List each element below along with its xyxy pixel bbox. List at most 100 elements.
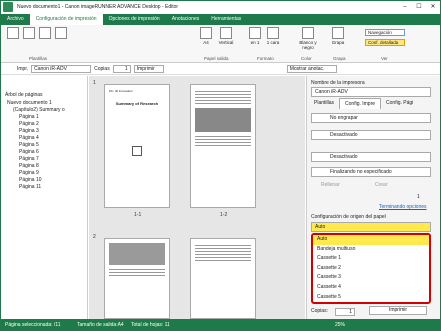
show-annotations-button[interactable]: Mostrar anotac. bbox=[286, 65, 337, 73]
page-thumbnail[interactable] bbox=[190, 238, 256, 319]
tree-page[interactable]: Página 4 bbox=[19, 135, 39, 142]
page-thumbnail[interactable] bbox=[104, 238, 170, 319]
tree-page[interactable]: Página 6 bbox=[19, 149, 39, 156]
staple-button[interactable]: Grapa bbox=[329, 27, 347, 45]
template-icon bbox=[23, 27, 36, 39]
checkbox-create[interactable]: Crear bbox=[375, 182, 388, 188]
printer-select[interactable]: Canon iR-ADV bbox=[31, 65, 92, 73]
tree-page[interactable]: Página 8 bbox=[19, 163, 39, 170]
source-option[interactable]: Cassette 2 bbox=[313, 264, 429, 274]
page-preview-area: 1 2 Pin. ID Innovation Summary of Resear… bbox=[89, 76, 305, 319]
duplex-button[interactable]: 1 cara bbox=[265, 27, 281, 45]
tab-tools[interactable]: Herramientas bbox=[205, 14, 247, 25]
group-label: Papel salida bbox=[204, 56, 229, 61]
app-window: Nuevo documento1 - Canon imageRUNNER ADV… bbox=[0, 0, 441, 331]
tree-page[interactable]: Página 1 bbox=[19, 114, 39, 121]
source-option[interactable]: Cassette 1 bbox=[313, 254, 429, 264]
tab-templates[interactable]: Plantillas bbox=[309, 98, 339, 109]
checkbox-fill[interactable]: Rellenar bbox=[321, 182, 340, 188]
template-icon bbox=[38, 27, 51, 39]
page-label: 1-1 bbox=[134, 212, 142, 218]
page-thumbnail[interactable] bbox=[190, 84, 256, 208]
finishing-select[interactable]: Finalizando no especificado bbox=[311, 167, 431, 177]
tree-chapter[interactable]: (Capítulo2) Summary o bbox=[13, 107, 65, 114]
templates-gallery[interactable] bbox=[7, 27, 67, 40]
tree-page[interactable]: Página 5 bbox=[19, 142, 39, 149]
printer-name-label: Nombre de la impresora bbox=[311, 80, 365, 86]
setting-select-1[interactable]: Desactivado bbox=[311, 130, 431, 140]
source-option[interactable]: Cassette 3 bbox=[313, 273, 429, 283]
photo-icon bbox=[195, 108, 251, 132]
tab-archivo[interactable]: Archivo bbox=[1, 14, 30, 25]
copies-label: Copias bbox=[94, 66, 110, 72]
status-selected-page: Página seleccionada: /11 bbox=[5, 322, 61, 328]
tree-page[interactable]: Página 11 bbox=[19, 184, 41, 191]
copies-input[interactable]: 1 bbox=[112, 65, 131, 73]
paper-source-label: Configuración de origen del papel bbox=[311, 214, 386, 220]
orientation-button[interactable]: Vertical bbox=[215, 27, 237, 45]
finishing-options-link[interactable]: Terminando opciones bbox=[379, 204, 427, 210]
tree-page[interactable]: Página 9 bbox=[19, 170, 39, 177]
minimize-button[interactable]: – bbox=[399, 2, 411, 12]
source-option[interactable]: Auto bbox=[313, 235, 429, 245]
template-icon bbox=[7, 27, 20, 39]
group-label: Color bbox=[301, 56, 312, 61]
pages-per-sheet-label: en 1 bbox=[250, 40, 260, 45]
paper-icon bbox=[200, 27, 212, 39]
logo-icon bbox=[132, 146, 142, 156]
group-label: Grapa bbox=[333, 56, 346, 61]
navigation-button[interactable]: Navegación bbox=[365, 29, 405, 36]
tree-page[interactable]: Página 3 bbox=[19, 128, 39, 135]
detailed-settings-button[interactable]: Conf. detallada bbox=[365, 39, 405, 46]
ribbon-tabs: Archivo Configuración de impresión Opcio… bbox=[1, 14, 440, 25]
duplex-label: 1 cara bbox=[266, 40, 280, 45]
page-thumbnail[interactable]: Pin. ID Innovation Summary of Research bbox=[104, 84, 170, 208]
app-icon bbox=[3, 2, 13, 12]
tree-page[interactable]: Página 7 bbox=[19, 156, 39, 163]
staple-icon bbox=[332, 27, 344, 39]
page-tree-panel: Árbol de páginas Nuevo documento 1 (Capí… bbox=[1, 76, 88, 319]
tab-print-config[interactable]: Config. Impre bbox=[339, 98, 382, 109]
staple-label: Grapa bbox=[331, 40, 345, 45]
printer-name-select[interactable]: Canon iR-ADV bbox=[311, 87, 431, 97]
printer-label: Impr. bbox=[17, 66, 29, 72]
orientation-label: Vertical bbox=[218, 40, 234, 45]
print-button[interactable]: Imprimir bbox=[133, 65, 164, 73]
tab-print-settings[interactable]: Configuración de impresión bbox=[29, 14, 103, 25]
print-toolbar: Impr. Canon iR-ADV Copias 1 Imprimir Mos… bbox=[1, 64, 440, 75]
pages-per-sheet-button[interactable]: en 1 bbox=[247, 27, 263, 45]
tree-page[interactable]: Página 10 bbox=[19, 177, 42, 184]
value-spinner[interactable]: 1 bbox=[417, 194, 420, 200]
bottom-copies-input[interactable]: 1 bbox=[335, 308, 355, 316]
group-label: Ver bbox=[381, 56, 388, 61]
page-title-text: Summary of Research bbox=[115, 101, 159, 106]
setting-select-2[interactable]: Desactivado bbox=[311, 152, 431, 162]
maximize-button[interactable]: ☐ bbox=[413, 2, 425, 12]
close-button[interactable]: ✕ bbox=[427, 2, 439, 12]
source-option[interactable]: Cassette 5 bbox=[313, 293, 429, 303]
status-total-sheets: Total de hojas: 11 bbox=[131, 322, 170, 328]
page-label: 1-2 bbox=[220, 212, 228, 218]
zoom-level[interactable]: 25% bbox=[335, 322, 345, 328]
bottom-print-button[interactable]: Imprimir bbox=[369, 306, 427, 315]
ribbon: A4 Vertical en 1 1 cara Blanco y negro G… bbox=[1, 25, 440, 63]
orientation-icon bbox=[220, 27, 232, 39]
tab-print-options[interactable]: Opciones de impresión bbox=[103, 14, 166, 25]
tab-page-config[interactable]: Config. Pági bbox=[381, 98, 418, 109]
paper-source-select[interactable]: Auto bbox=[311, 222, 431, 232]
tab-annotations[interactable]: Anotaciones bbox=[166, 14, 206, 25]
source-option[interactable]: Bandeja multiuso bbox=[313, 245, 429, 255]
tree-root[interactable]: Nuevo documento 1 bbox=[7, 100, 52, 107]
chapter-number: 1 bbox=[93, 80, 96, 86]
paper-size-button[interactable]: A4 bbox=[199, 27, 213, 45]
color-icon bbox=[302, 27, 314, 39]
status-output-size: Tamaño de salida:A4 bbox=[77, 322, 124, 328]
group-label: Plantillas bbox=[29, 56, 48, 61]
layout-icon bbox=[249, 27, 261, 39]
settings-tabs: Plantillas Config. Impre Config. Pági bbox=[309, 98, 418, 109]
source-option[interactable]: Cassette 4 bbox=[313, 283, 429, 293]
status-bar: Página seleccionada: /11 Tamaño de salid… bbox=[1, 319, 440, 331]
binding-select[interactable]: No engrapar bbox=[311, 113, 431, 123]
color-mode-button[interactable]: Blanco y negro bbox=[297, 27, 319, 50]
tree-page[interactable]: Página 2 bbox=[19, 121, 39, 128]
